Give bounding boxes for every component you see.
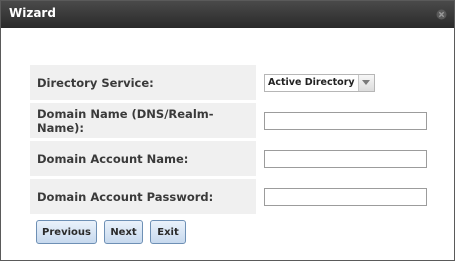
domain-name-label: Domain Name (DNS/Realm-Name): xyxy=(30,103,256,138)
directory-service-value: Active Directory xyxy=(268,77,355,88)
directory-service-select[interactable]: Active Directory xyxy=(264,73,375,92)
previous-button[interactable]: Previous xyxy=(36,220,97,244)
account-password-row: Domain Account Password: xyxy=(30,179,430,214)
wizard-buttons: Previous Next Exit xyxy=(36,220,186,244)
account-name-row: Domain Account Name: xyxy=(30,141,430,176)
titlebar[interactable]: Wizard xyxy=(1,1,454,28)
directory-service-label: Directory Service: xyxy=(30,65,256,100)
next-button[interactable]: Next xyxy=(104,220,143,244)
account-name-field[interactable] xyxy=(264,149,427,168)
wizard-dialog: Wizard Directory Service: Active Directo… xyxy=(0,0,455,261)
directory-service-row: Directory Service: Active Directory xyxy=(30,65,430,100)
domain-name-field[interactable] xyxy=(264,111,427,130)
close-icon[interactable] xyxy=(436,9,447,20)
chevron-down-icon[interactable] xyxy=(357,74,374,91)
account-password-label: Domain Account Password: xyxy=(30,179,256,214)
wizard-form: Directory Service: Active Directory Doma… xyxy=(30,65,430,217)
exit-button[interactable]: Exit xyxy=(150,220,186,244)
window-title: Wizard xyxy=(9,6,56,20)
account-name-label: Domain Account Name: xyxy=(30,141,256,176)
account-password-field[interactable] xyxy=(264,187,427,206)
domain-name-row: Domain Name (DNS/Realm-Name): xyxy=(30,103,430,138)
